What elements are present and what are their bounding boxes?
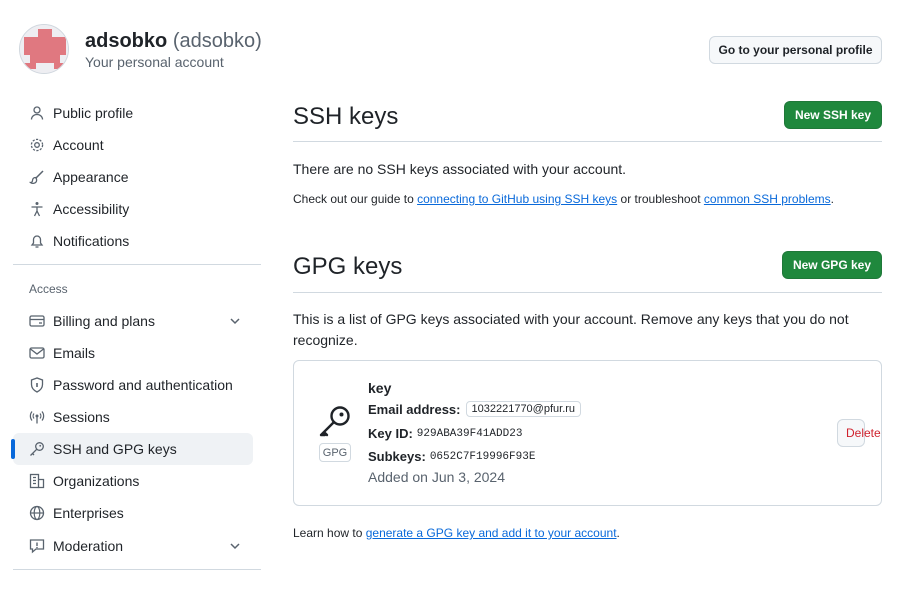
- subkeys-value: 0652C7F19996F93E: [429, 450, 536, 463]
- sidebar-item-label: Sessions: [53, 409, 110, 425]
- sidebar-item-label: Moderation: [53, 538, 124, 554]
- sidebar-item-account[interactable]: Account: [13, 129, 253, 161]
- gpg-subkeys-row: Subkeys: 0652C7F19996F93E: [368, 449, 535, 464]
- gpg-key-id-row: Key ID: 929ABA39F41ADD23: [368, 426, 522, 441]
- avatar[interactable]: [19, 24, 69, 74]
- sidebar-item-label: Public profile: [53, 105, 134, 121]
- person-icon: [29, 105, 45, 121]
- credit-card-icon: [29, 313, 45, 329]
- sidebar-item-label: SSH and GPG keys: [53, 441, 177, 457]
- sidebar-item-billing[interactable]: Billing and plans: [13, 305, 253, 337]
- gpg-description: This is a list of GPG keys associated wi…: [293, 311, 849, 348]
- sidebar-item-label: Emails: [53, 345, 96, 361]
- ssh-keys-title: SSH keys: [293, 103, 399, 130]
- chevron-down-icon[interactable]: [227, 538, 243, 554]
- account-subtitle: Your personal account: [85, 54, 224, 70]
- sidebar-divider: [13, 264, 261, 265]
- go-to-profile-button[interactable]: Go to your personal profile: [709, 36, 882, 64]
- sidebar-item-label: Account: [53, 137, 104, 153]
- ssh-problems-link[interactable]: common SSH problems: [704, 192, 831, 206]
- sidebar-divider: [13, 569, 261, 570]
- key-icon: [29, 441, 45, 457]
- section-divider: [293, 141, 882, 142]
- ssh-guide-text: Check out our guide to connecting to Git…: [293, 192, 834, 206]
- sidebar-item-enterprises[interactable]: Enterprises: [13, 497, 253, 529]
- sidebar-item-label: Notifications: [53, 233, 130, 249]
- new-gpg-key-button[interactable]: New GPG key: [782, 251, 882, 279]
- gear-icon: [29, 137, 45, 153]
- sidebar-item-public-profile[interactable]: Public profile: [13, 97, 253, 129]
- accessibility-icon: [29, 201, 45, 217]
- gpg-key-email-row: Email address: 1032221770@pfur.ru: [368, 401, 582, 417]
- shield-lock-icon: [29, 377, 45, 393]
- sidebar-item-notifications[interactable]: Notifications: [13, 225, 253, 257]
- sidebar-item-ssh-gpg-keys[interactable]: SSH and GPG keys: [11, 433, 253, 465]
- sidebar-item-password[interactable]: Password and authentication: [13, 369, 253, 401]
- gpg-key-added-date: Added on Jun 3, 2024: [368, 469, 506, 485]
- paintbrush-icon: [29, 169, 45, 185]
- generate-gpg-key-link[interactable]: generate a GPG key and add it to your ac…: [366, 526, 617, 540]
- ssh-empty-message: There are no SSH keys associated with yo…: [293, 161, 627, 177]
- sidebar-item-accessibility[interactable]: Accessibility: [13, 193, 253, 225]
- sidebar-item-appearance[interactable]: Appearance: [13, 161, 253, 193]
- new-ssh-key-button[interactable]: New SSH key: [784, 101, 882, 129]
- email-value: 1032221770@pfur.ru: [465, 401, 582, 417]
- key-id-label: Key ID:: [368, 426, 413, 441]
- ssh-guide-link[interactable]: connecting to GitHub using SSH keys: [417, 192, 617, 206]
- learn-prefix: Learn how to: [293, 526, 366, 540]
- report-icon: [29, 538, 45, 554]
- organization-icon: [29, 473, 45, 489]
- sidebar-item-label: Accessibility: [53, 201, 130, 217]
- delete-gpg-key-button[interactable]: Delete: [837, 419, 881, 447]
- guide-prefix: Check out our guide to: [293, 192, 418, 206]
- guide-mid: or troubleshoot: [617, 192, 704, 206]
- globe-icon: [29, 505, 45, 521]
- sidebar-item-label: Appearance: [53, 169, 129, 185]
- sidebar-item-emails[interactable]: Emails: [13, 337, 253, 369]
- section-divider: [293, 292, 882, 293]
- subkeys-label: Subkeys:: [368, 449, 426, 464]
- email-label: Email address:: [368, 401, 461, 417]
- sidebar-item-label: Organizations: [53, 473, 140, 489]
- account-name[interactable]: adsobko (adsobko): [85, 30, 262, 53]
- chevron-down-icon[interactable]: [227, 313, 243, 329]
- bell-icon: [29, 233, 45, 249]
- key-icon: [318, 404, 352, 438]
- broadcast-icon: [29, 409, 45, 425]
- gpg-key-name: key: [368, 380, 392, 396]
- sidebar-item-moderation[interactable]: Moderation: [13, 530, 253, 562]
- gpg-learn-text: Learn how to generate a GPG key and add …: [293, 526, 620, 540]
- gpg-badge: GPG: [319, 443, 351, 462]
- mail-icon: [29, 345, 45, 361]
- sidebar-item-label: Billing and plans: [53, 313, 155, 329]
- sidebar-item-sessions[interactable]: Sessions: [13, 401, 253, 433]
- learn-suffix: .: [616, 526, 620, 540]
- guide-suffix: .: [830, 192, 834, 206]
- sidebar-item-label: Enterprises: [53, 505, 124, 521]
- gpg-keys-title: GPG keys: [293, 253, 403, 280]
- sidebar-item-label: Password and authentication: [53, 377, 233, 393]
- key-id-value: 929ABA39F41ADD23: [416, 427, 523, 440]
- login-name: (adsobko): [172, 30, 262, 52]
- display-name: adsobko: [85, 30, 168, 52]
- sidebar-item-organizations[interactable]: Organizations: [13, 465, 253, 497]
- sidebar-heading-access: Access: [29, 282, 68, 296]
